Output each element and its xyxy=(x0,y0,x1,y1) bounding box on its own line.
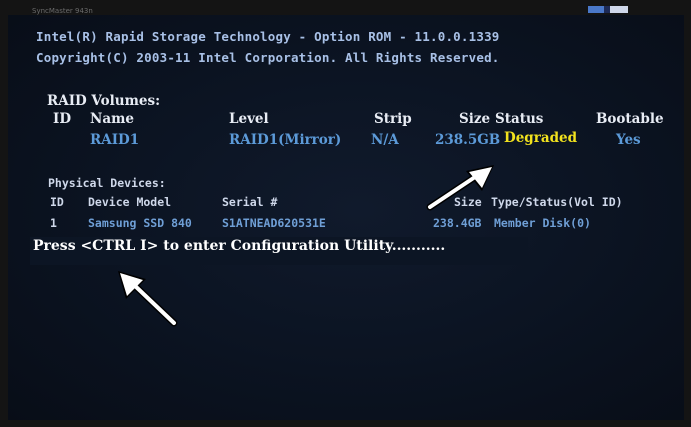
col-type-status-header: Type/Status(Vol ID) xyxy=(491,195,623,209)
ctrl-i-prompt: Press <CTRL I> to enter Configuration Ut… xyxy=(33,238,446,254)
col-pd-id-header: ID xyxy=(50,195,64,209)
physical-device-id: 1 xyxy=(50,216,57,230)
col-strip-header: Strip xyxy=(374,111,412,127)
arrow-to-prompt-icon xyxy=(118,271,178,327)
raid-volumes-heading: RAID Volumes: xyxy=(47,93,161,109)
col-serial-header: Serial # xyxy=(222,195,278,209)
col-status-header: Status xyxy=(495,111,544,127)
physical-device-model: Samsung SSD 840 xyxy=(88,216,192,230)
physical-device-serial: S1ATNEAD620531E xyxy=(222,216,326,230)
raid-volume-name: RAID1 xyxy=(90,132,140,148)
raid-volume-strip: N/A xyxy=(371,132,399,148)
col-level-header: Level xyxy=(229,111,269,127)
col-bootable-header: Bootable xyxy=(596,111,664,127)
physical-device-size: 238.4GB xyxy=(433,216,482,230)
raid-volume-size: 238.5GB xyxy=(435,132,501,148)
monitor-logo-icon xyxy=(588,6,628,13)
physical-device-type-status: Member Disk(0) xyxy=(494,216,591,230)
raid-volume-level: RAID1(Mirror) xyxy=(229,132,342,148)
physical-devices-heading: Physical Devices: xyxy=(48,176,166,190)
monitor-bezel: SyncMaster 943n Intel(R) Rapid Storage T… xyxy=(0,0,691,427)
col-name-header: Name xyxy=(90,111,134,127)
bios-screen: Intel(R) Rapid Storage Technology - Opti… xyxy=(8,15,684,420)
raid-volume-bootable: Yes xyxy=(616,132,641,148)
copyright-line: Copyright(C) 2003-11 Intel Corporation. … xyxy=(36,50,500,65)
col-device-model-header: Device Model xyxy=(88,195,172,209)
col-size-header: Size xyxy=(459,111,491,127)
raid-volume-status-degraded: Degraded xyxy=(504,130,578,146)
monitor-brand-label: SyncMaster 943n xyxy=(32,7,93,15)
arrow-to-degraded-icon xyxy=(426,165,494,211)
option-rom-title: Intel(R) Rapid Storage Technology - Opti… xyxy=(36,29,500,44)
col-id-header: ID xyxy=(53,111,72,127)
